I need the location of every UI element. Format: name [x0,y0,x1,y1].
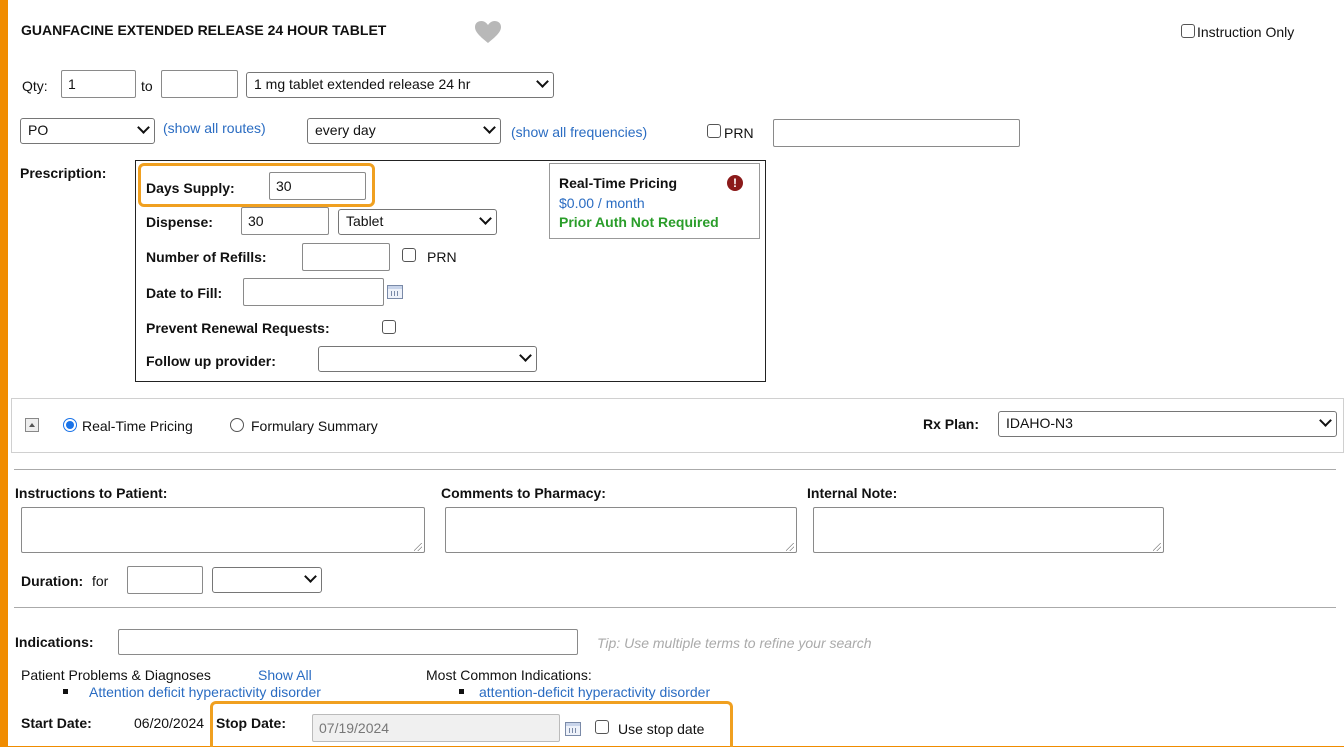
qty-to-input[interactable] [161,70,238,98]
duration-input[interactable] [127,566,203,594]
chevron-down-icon [536,75,549,88]
real-time-pricing-radio[interactable] [63,418,77,432]
rx-plan-value: IDAHO-N3 [1006,415,1073,431]
start-date-value: 06/20/2024 [134,715,205,731]
prescription-panel: GUANFACINE EXTENDED RELEASE 24 HOUR TABL… [8,0,1344,747]
chevron-down-icon [1319,414,1332,427]
common-indication-link[interactable]: attention-deficit hyperactivity disorder [479,684,710,700]
dispense-unit-value: Tablet [346,213,384,229]
drug-title: GUANFACINE EXTENDED RELEASE 24 HOUR TABL… [21,22,387,38]
qty-label: Qty: [22,78,48,94]
section-divider [14,469,1336,470]
chevron-down-icon [479,212,492,225]
indications-label: Indications: [15,634,94,650]
section-divider [14,607,1336,608]
real-time-pricing-box: Real-Time Pricing ! $0.00 / month Prior … [549,163,760,239]
follow-up-label: Follow up provider: [146,353,276,369]
prior-auth-status: Prior Auth Not Required [559,214,719,230]
dispense-unit-select[interactable]: Tablet [338,209,497,235]
alert-icon[interactable]: ! [727,175,743,191]
days-supply-highlight [138,163,375,207]
route-select[interactable]: PO [20,118,155,144]
strength-select-value: 1 mg tablet extended release 24 hr [254,76,471,92]
chevron-down-icon [137,121,150,134]
duration-unit-select[interactable] [212,567,322,593]
start-date-label: Start Date: [21,715,92,731]
instructions-to-patient-label: Instructions to Patient: [15,485,168,501]
prevent-renewal-checkbox[interactable] [382,320,396,334]
frequency-select-value: every day [315,122,376,138]
instruction-only-checkbox[interactable] [1181,24,1195,38]
internal-note-textarea[interactable] [813,507,1164,553]
formulary-summary-radio-label: Formulary Summary [251,418,378,434]
refills-prn-checkbox[interactable] [402,248,416,262]
heart-favorite-icon[interactable] [474,20,502,47]
refills-prn-label: PRN [427,249,457,265]
prn-reason-input[interactable] [773,119,1020,147]
instruction-only-label: Instruction Only [1197,24,1295,40]
stop-date-highlight [210,701,733,747]
resize-grip-icon[interactable] [786,543,794,551]
chevron-down-icon [519,349,532,362]
strength-select[interactable]: 1 mg tablet extended release 24 hr [246,72,554,98]
frequency-select[interactable]: every day [307,118,501,144]
route-select-value: PO [28,122,49,138]
rx-plan-label: Rx Plan: [923,416,980,432]
show-all-routes-link[interactable]: (show all routes) [163,120,266,136]
bullet-icon [459,689,464,694]
real-time-pricing-radio-label: Real-Time Pricing [82,418,193,434]
calendar-icon[interactable] [387,285,403,299]
indications-tip: Tip: Use multiple terms to refine your s… [597,635,872,651]
pricing-title: Real-Time Pricing [559,175,678,191]
common-indications-heading: Most Common Indications: [426,667,592,683]
show-all-link[interactable]: Show All [258,667,312,683]
refills-label: Number of Refills: [146,249,267,265]
indications-input[interactable] [118,629,578,655]
prn-label: PRN [724,125,754,141]
collapse-icon[interactable] [25,418,39,432]
prn-checkbox[interactable] [707,124,721,138]
comments-to-pharmacy-label: Comments to Pharmacy: [441,485,606,501]
instructions-to-patient-textarea[interactable] [21,507,425,553]
bullet-icon [63,689,68,694]
dispense-label: Dispense: [146,214,213,230]
prevent-renewal-label: Prevent Renewal Requests: [146,320,330,336]
patient-problems-heading: Patient Problems & Diagnoses [21,667,211,683]
follow-up-provider-select[interactable] [318,346,537,372]
prescription-label: Prescription: [20,165,107,181]
resize-grip-icon[interactable] [414,543,422,551]
problem-item-link[interactable]: Attention deficit hyperactivity disorder [89,684,321,700]
qty-to-label: to [141,78,153,94]
comments-to-pharmacy-textarea[interactable] [445,507,797,553]
formulary-summary-radio[interactable] [230,418,244,432]
duration-label: Duration: [21,573,84,589]
resize-grip-icon[interactable] [1153,543,1161,551]
internal-note-label: Internal Note: [807,485,898,501]
chevron-down-icon [304,570,317,583]
chevron-down-icon [483,121,496,134]
refills-input[interactable] [302,243,390,271]
date-to-fill-input[interactable] [243,278,384,306]
dispense-input[interactable] [241,207,329,235]
rx-plan-select[interactable]: IDAHO-N3 [998,411,1337,437]
qty-input[interactable] [61,70,136,98]
pricing-price: $0.00 / month [559,195,645,211]
date-to-fill-label: Date to Fill: [146,285,223,301]
show-all-frequencies-link[interactable]: (show all frequencies) [511,124,647,140]
duration-for-label: for [92,573,109,589]
